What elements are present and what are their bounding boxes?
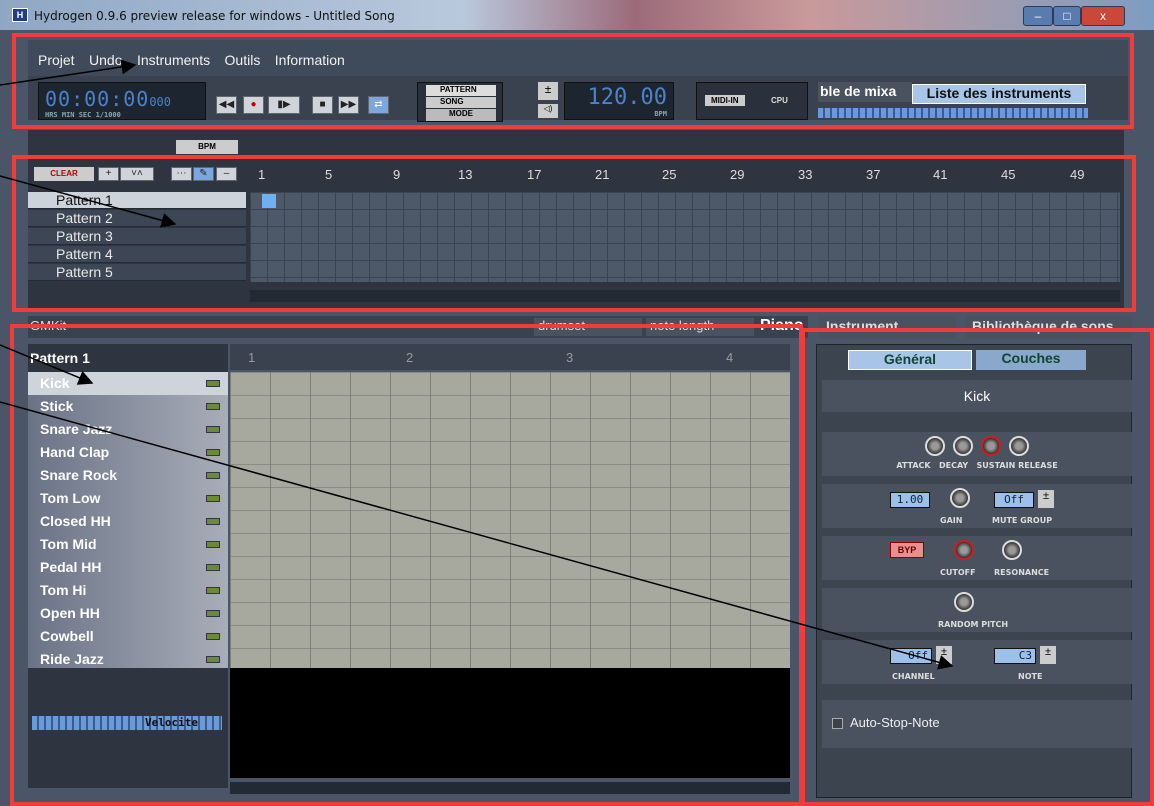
arrow-to-midi <box>0 401 954 670</box>
arrow-to-menu <box>0 59 137 86</box>
arrow-to-patterns <box>0 175 177 228</box>
app-window: H Hydrogen 0.9.6 preview release for win… <box>0 0 1154 806</box>
arrow-to-instruments <box>0 344 94 385</box>
annotation-arrows <box>0 59 954 670</box>
